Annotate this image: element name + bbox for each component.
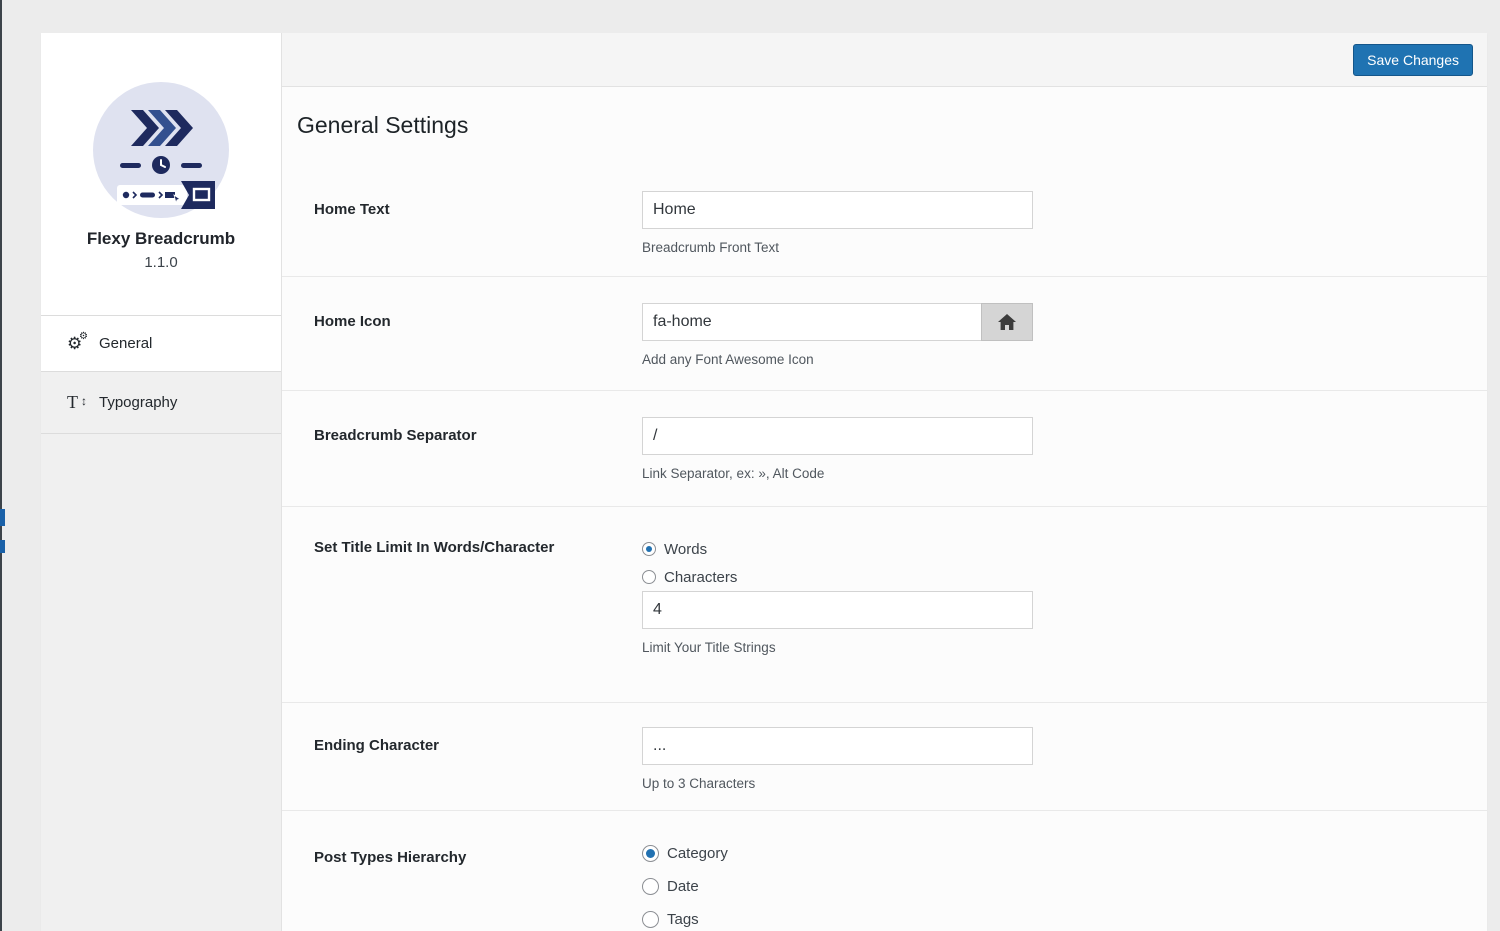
separator-input[interactable]	[642, 417, 1033, 455]
topbar: Save Changes	[282, 33, 1487, 87]
home-icon-addon-button[interactable]	[981, 303, 1033, 341]
field-row-title-limit: Set Title Limit In Words/Character Words…	[282, 507, 1487, 703]
separator-hint: Link Separator, ex: », Alt Code	[642, 464, 1033, 484]
sidebar-tabs: ⚙⚙ General T↕ Typography	[41, 315, 281, 434]
radio-characters[interactable]: Characters	[642, 563, 1033, 591]
plugin-version: 1.1.0	[41, 254, 281, 271]
title-limit-hint: Limit Your Title Strings	[642, 638, 1033, 658]
radio-date[interactable]: Date	[642, 870, 728, 903]
text-height-icon: T↕	[67, 392, 91, 413]
tab-general-label: General	[99, 335, 152, 352]
save-changes-button[interactable]: Save Changes	[1353, 44, 1473, 76]
radio-category-label: Category	[667, 845, 728, 862]
home-icon-input[interactable]	[642, 303, 982, 341]
home-icon-label: Home Icon	[314, 303, 391, 330]
radio-date-control[interactable]	[642, 878, 659, 895]
radio-words-control[interactable]	[642, 542, 656, 556]
radio-tags[interactable]: Tags	[642, 903, 728, 931]
home-text-input[interactable]	[642, 191, 1033, 229]
radio-words[interactable]: Words	[642, 535, 1033, 563]
radio-date-label: Date	[667, 878, 699, 895]
radio-characters-control[interactable]	[642, 570, 656, 584]
sidebar: Flexy Breadcrumb 1.1.0 ⚙⚙ General T↕ Typ…	[41, 33, 282, 931]
separator-label: Breadcrumb Separator	[314, 417, 477, 444]
left-edge-marker	[0, 540, 5, 553]
settings-content: General Settings Home Text Breadcrumb Fr…	[282, 87, 1487, 931]
ending-character-label: Ending Character	[314, 727, 439, 754]
flexy-breadcrumb-logo	[93, 82, 229, 218]
radio-characters-label: Characters	[664, 569, 737, 586]
field-row-home-text: Home Text Breadcrumb Front Text	[282, 139, 1487, 277]
tab-typography[interactable]: T↕ Typography	[41, 372, 281, 434]
home-icon	[998, 314, 1016, 330]
left-edge-marker	[0, 509, 5, 526]
page-title: General Settings	[297, 112, 1487, 139]
field-row-separator: Breadcrumb Separator Link Separator, ex:…	[282, 391, 1487, 507]
ending-character-hint: Up to 3 Characters	[642, 774, 1033, 794]
radio-words-label: Words	[664, 541, 707, 558]
plugin-logo-wrap	[41, 82, 281, 218]
settings-panel: Flexy Breadcrumb 1.1.0 ⚙⚙ General T↕ Typ…	[41, 33, 1487, 931]
radio-category[interactable]: Category	[642, 837, 728, 870]
ending-character-input[interactable]	[642, 727, 1033, 765]
radio-tags-label: Tags	[667, 911, 699, 928]
breadcrumb-bar	[117, 181, 215, 209]
tab-general[interactable]: ⚙⚙ General	[41, 316, 281, 372]
title-limit-label: Set Title Limit In Words/Character	[314, 535, 554, 556]
home-icon-hint: Add any Font Awesome Icon	[642, 350, 1033, 370]
home-text-hint: Breadcrumb Front Text	[642, 238, 1033, 258]
sidebar-filler	[41, 434, 281, 931]
main-panel: Save Changes General Settings Home Text …	[282, 33, 1487, 931]
field-row-home-icon: Home Icon Add any Font Awesome Icon	[282, 277, 1487, 391]
field-row-ending-character: Ending Character Up to 3 Characters	[282, 703, 1487, 811]
post-types-label: Post Types Hierarchy	[314, 837, 466, 866]
tab-typography-label: Typography	[99, 394, 177, 411]
plugin-name: Flexy Breadcrumb	[41, 229, 281, 249]
title-limit-input[interactable]	[642, 591, 1033, 629]
window-left-edge	[0, 0, 2, 931]
home-text-label: Home Text	[314, 191, 390, 218]
radio-category-control[interactable]	[642, 845, 659, 862]
field-row-post-types: Post Types Hierarchy Category Date Tags	[282, 811, 1487, 931]
gears-icon: ⚙⚙	[67, 334, 91, 354]
radio-tags-control[interactable]	[642, 911, 659, 928]
